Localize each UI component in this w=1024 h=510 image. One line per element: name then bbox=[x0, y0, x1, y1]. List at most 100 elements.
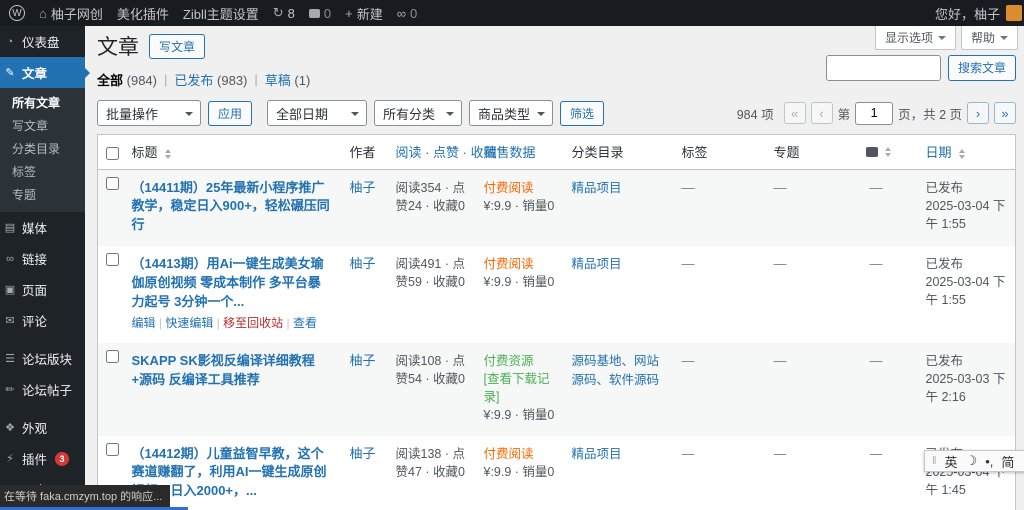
sidebar-item-dashboard[interactable]: ◔ 仪表盘 bbox=[0, 26, 85, 57]
sidebar-item-comments[interactable]: ✉ 评论 bbox=[0, 305, 85, 336]
filter-draft[interactable]: 草稿 (1) bbox=[265, 70, 311, 89]
sidebar-item-pages[interactable]: ▣ 页面 bbox=[0, 274, 85, 305]
prev-page-button[interactable]: ‹ bbox=[810, 102, 833, 124]
admin-bar: W ⌂ 柚子网创 美化插件 Zibll主题设置 ↻ 8 0 + 新建 ∞ 0 您… bbox=[0, 0, 1024, 26]
add-new-post-button[interactable]: 写文章 bbox=[149, 33, 206, 59]
posts-table-body: （14411期）25年最新小程序推广教学，稳定日入900+，轻松碾压同行 柚子 阅读… bbox=[97, 169, 1016, 510]
column-topic: 专题 bbox=[765, 134, 858, 170]
link-icon: ∞ bbox=[396, 5, 406, 21]
plugins-icon: ⚡ bbox=[6, 453, 14, 465]
filter-all[interactable]: 全部 (984) bbox=[97, 70, 157, 89]
submenu-add-post[interactable]: 写文章 bbox=[0, 114, 85, 137]
view-link[interactable]: 查看 bbox=[293, 316, 317, 330]
current-page-input[interactable] bbox=[855, 101, 894, 125]
row-actions: 编辑 | 快速编辑 | 移至回收站 | 查看 bbox=[131, 315, 317, 330]
author-link[interactable]: 柚子 bbox=[350, 180, 376, 195]
date-cell: 已发布 2025-03-04 下午 1:55 bbox=[925, 180, 1006, 231]
column-title[interactable]: 标题 bbox=[123, 134, 342, 170]
beautify-plugin-menu[interactable]: 美化插件 bbox=[110, 0, 176, 26]
column-stats[interactable]: 阅读 · 点赞 · 收藏 bbox=[387, 134, 497, 170]
plus-icon: + bbox=[345, 5, 353, 21]
first-page-button[interactable]: « bbox=[783, 102, 806, 124]
topic-cell: — bbox=[773, 256, 787, 272]
account-menu[interactable]: 您好，柚子 bbox=[935, 4, 1024, 23]
sidebar-item-forum-posts[interactable]: ✏ 论坛帖子 bbox=[0, 374, 85, 405]
submenu-topics[interactable]: 专题 bbox=[0, 183, 85, 206]
plugins-update-badge: 3 bbox=[55, 451, 70, 466]
column-comments[interactable] bbox=[857, 134, 918, 170]
ime-punctuation-toggle[interactable]: •, bbox=[985, 454, 993, 469]
filter-button[interactable]: 筛选 bbox=[560, 100, 605, 126]
category-link[interactable]: 源码基地、网站源码、软件源码 bbox=[572, 354, 660, 387]
category-link[interactable]: 精品项目 bbox=[572, 257, 622, 271]
submenu-categories[interactable]: 分类目录 bbox=[0, 137, 85, 160]
browser-status-tooltip: 在等待 faka.cmzym.top 的响应... bbox=[0, 485, 171, 507]
last-page-button[interactable]: » bbox=[994, 102, 1016, 124]
search-posts-button[interactable]: 搜索文章 bbox=[947, 55, 1016, 81]
row-checkbox[interactable] bbox=[106, 253, 119, 267]
product-type-filter-select[interactable]: 商品类型 bbox=[469, 100, 554, 126]
zibll-theme-settings-menu[interactable]: Zibll主题设置 bbox=[176, 0, 266, 26]
post-title-link[interactable]: （14413期）用Ai一键生成美女瑜伽原创视频 零成本制作 多平台暴力起号 3分… bbox=[132, 256, 324, 309]
sidebar-item-plugins[interactable]: ⚡ 插件 3 bbox=[0, 443, 85, 474]
sidebar-item-appearance[interactable]: ❖ 外观 bbox=[0, 412, 85, 443]
tags-cell: — bbox=[681, 445, 695, 461]
new-content-menu[interactable]: + 新建 bbox=[338, 0, 390, 26]
submenu-all-posts[interactable]: 所有文章 bbox=[0, 91, 85, 114]
ime-toolbar: ‖ 英 ☽ •, 简 ☺ bbox=[924, 450, 1024, 472]
trash-link[interactable]: 移至回收站 bbox=[223, 316, 283, 330]
links-menu[interactable]: ∞ 0 bbox=[390, 0, 425, 26]
bulk-actions-select[interactable]: 批量操作 bbox=[97, 100, 201, 126]
sidebar-item-posts[interactable]: ✎ 文章 bbox=[0, 57, 90, 88]
comments-cell: — bbox=[869, 353, 883, 369]
category-link[interactable]: 精品项目 bbox=[572, 447, 622, 461]
comment-bubble-icon bbox=[865, 147, 878, 158]
date-filter-select[interactable]: 全部日期 bbox=[267, 100, 368, 126]
column-date[interactable]: 日期 bbox=[917, 134, 1016, 170]
sidebar-item-links[interactable]: ∞ 链接 bbox=[0, 243, 85, 274]
quick-edit-link[interactable]: 快速编辑 bbox=[165, 316, 213, 330]
author-link[interactable]: 柚子 bbox=[350, 446, 376, 461]
filter-published[interactable]: 已发布 (983) bbox=[174, 70, 247, 89]
row-checkbox[interactable] bbox=[106, 442, 119, 456]
select-all-checkbox[interactable] bbox=[106, 147, 119, 161]
screen-options-tab[interactable]: 显示选项 bbox=[874, 26, 956, 50]
author-link[interactable]: 柚子 bbox=[350, 353, 376, 368]
download-log-link[interactable]: [查看下载记录] bbox=[484, 370, 556, 406]
ime-width-toggle-icon[interactable]: ☽ bbox=[966, 453, 978, 469]
row-checkbox[interactable] bbox=[106, 176, 119, 190]
search-input[interactable] bbox=[825, 55, 941, 81]
wordpress-logo-menu[interactable]: W bbox=[0, 0, 32, 26]
help-tab[interactable]: 帮助 bbox=[960, 26, 1018, 50]
table-row: （14411期）25年最新小程序推广教学，稳定日入900+，轻松碾压同行 柚子 阅读… bbox=[97, 169, 1016, 247]
date-cell: 已发布2025-03-04 下午 1:45 bbox=[925, 447, 1006, 497]
sidebar-item-forum-sections[interactable]: ☰ 论坛版块 bbox=[0, 343, 85, 374]
category-filter-select[interactable]: 所有分类 bbox=[374, 100, 463, 126]
tags-cell: — bbox=[681, 256, 695, 272]
site-name-menu[interactable]: ⌂ 柚子网创 bbox=[32, 0, 110, 26]
post-title-link[interactable]: （14411期）25年最新小程序推广教学，稳定日入900+，轻松碾压同行 bbox=[132, 180, 330, 233]
sidebar-item-media[interactable]: ▤ 媒体 bbox=[0, 212, 85, 243]
comments-menu[interactable]: 0 bbox=[302, 0, 338, 26]
column-sales[interactable]: 销售数据 bbox=[475, 134, 564, 170]
edit-link[interactable]: 编辑 bbox=[132, 316, 156, 330]
ime-drag-handle[interactable]: ‖ bbox=[932, 455, 937, 467]
date-cell: 已发布 2025-03-04 下午 1:55 bbox=[925, 257, 1006, 308]
category-link[interactable]: 精品项目 bbox=[572, 181, 622, 195]
post-title-link[interactable]: SKAPP SK影视反编译详细教程+源码 反编译工具推荐 bbox=[132, 353, 315, 387]
sale-type: 付费阅读 bbox=[483, 180, 534, 195]
sales-cell: 付费阅读 ¥:9.9 · 销量0 bbox=[476, 436, 564, 510]
next-page-button[interactable]: › bbox=[967, 102, 989, 124]
ime-charset-toggle[interactable]: 简 bbox=[1001, 452, 1014, 471]
updates-icon: ↻ bbox=[272, 5, 284, 20]
ime-language-toggle[interactable]: 英 bbox=[945, 452, 958, 471]
media-icon: ▤ bbox=[4, 222, 16, 234]
main-content: 显示选项 帮助 文章 写文章 搜索文章 全部 (984) | 已发布 (983)… bbox=[85, 26, 1024, 510]
row-checkbox[interactable] bbox=[106, 350, 119, 364]
author-link[interactable]: 柚子 bbox=[350, 256, 376, 271]
updates-menu[interactable]: ↻ 8 bbox=[266, 0, 302, 26]
stats-cell: 阅读354 · 点赞24 · 收藏0 bbox=[395, 180, 465, 213]
submenu-tags[interactable]: 标签 bbox=[0, 160, 85, 183]
greeting-text: 您好，柚子 bbox=[934, 6, 1000, 22]
apply-button[interactable]: 应用 bbox=[208, 100, 253, 126]
